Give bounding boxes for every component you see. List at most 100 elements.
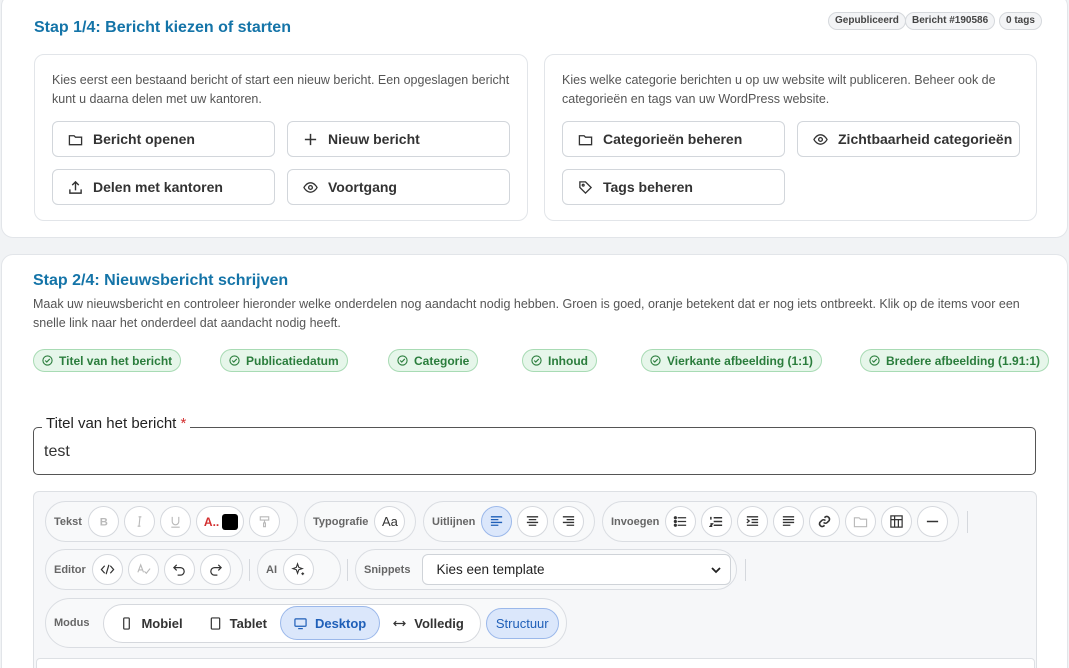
text-color-picker[interactable]: A..	[195, 506, 245, 537]
undo-button[interactable]	[163, 554, 195, 585]
manage-categories-label: Categorieën beheren	[603, 131, 743, 147]
manage-tags-button[interactable]: Tags beheren	[562, 169, 785, 205]
mode-full-button[interactable]: Volledig	[380, 606, 477, 640]
check-wide-image[interactable]: Bredere afbeelding (1.91:1)	[860, 349, 1050, 372]
check-content-label: Inhoud	[548, 353, 588, 368]
new-post-button[interactable]: Nieuw bericht	[287, 121, 510, 157]
typography-group-label: Typografie	[313, 515, 369, 528]
check-title-label: Titel van het bericht	[59, 353, 173, 368]
check-content[interactable]: Inhoud	[522, 349, 597, 372]
underline-icon	[171, 516, 180, 528]
mode-desktop-button[interactable]: Desktop	[279, 606, 381, 640]
toolbar-divider	[745, 559, 746, 581]
sparkle-icon	[291, 562, 305, 576]
post-panel-text: Kies eerst een bestaand bericht of start…	[52, 73, 510, 106]
align-center-button[interactable]	[517, 506, 549, 537]
check-category[interactable]: Categorie	[388, 349, 479, 372]
check-publication-date[interactable]: Publicatiedatum	[220, 349, 348, 372]
desktop-icon	[294, 617, 307, 629]
check-circle-icon	[650, 355, 661, 366]
new-post-label: Nieuw bericht	[328, 131, 420, 147]
step1-card: Stap 1/4: Bericht kiezen of starten Gepu…	[1, 0, 1068, 238]
underline-button[interactable]	[159, 506, 191, 537]
horizontal-rule-button[interactable]	[917, 506, 949, 537]
share-offices-label: Delen met kantoren	[93, 179, 223, 195]
typography-button-label: Aa	[381, 514, 398, 529]
format-paint-button[interactable]	[249, 506, 281, 537]
check-wide-image-label: Bredere afbeelding (1.91:1)	[886, 353, 1041, 368]
bullet-list-button[interactable]	[665, 506, 697, 537]
step2-title: Stap 2/4: Nieuwsbericht schrijven	[33, 272, 289, 289]
undo-icon	[172, 564, 185, 576]
arrows-horizontal-icon	[393, 620, 407, 626]
share-offices-button[interactable]: Delen met kantoren	[52, 169, 275, 205]
link-icon	[819, 515, 831, 528]
plus-icon	[304, 133, 317, 145]
category-panel-text: Kies welke categorie berichten u op uw w…	[562, 73, 996, 106]
insert-media-button[interactable]	[845, 506, 877, 537]
spellcheck-button[interactable]	[127, 554, 159, 585]
numbered-list-button[interactable]	[701, 506, 733, 537]
required-mark: *	[180, 415, 187, 432]
justify-button[interactable]	[773, 506, 805, 537]
toolbar-divider	[347, 559, 348, 581]
mode-full-label: Volledig	[414, 615, 464, 631]
text-group-label: Tekst	[54, 515, 82, 528]
insert-group-label: Invoegen	[611, 515, 660, 528]
ai-assist-button[interactable]	[283, 554, 314, 585]
eye-icon	[303, 181, 318, 193]
bold-icon: B	[100, 517, 108, 529]
check-square-image-label: Vierkante afbeelding (1:1)	[667, 353, 813, 368]
mode-desktop-label: Desktop	[314, 615, 367, 631]
title-field-value[interactable]: test	[44, 443, 70, 461]
check-category-label: Categorie	[414, 353, 470, 368]
tag-icon	[579, 180, 593, 194]
align-right-button[interactable]	[553, 506, 585, 537]
align-left-button[interactable]	[481, 506, 513, 537]
redo-button[interactable]	[199, 554, 231, 585]
folder-icon	[578, 134, 593, 145]
folder-icon	[854, 517, 868, 528]
typography-button[interactable]: Aa	[374, 506, 406, 537]
check-circle-icon	[531, 355, 542, 366]
color-swatch	[222, 513, 239, 530]
indent-button[interactable]	[737, 506, 769, 537]
insert-table-button[interactable]	[881, 506, 913, 537]
insert-link-button[interactable]	[809, 506, 841, 537]
editor-content-area[interactable]	[36, 658, 1035, 668]
structure-button-label: Structuur	[495, 615, 549, 631]
toolbar-divider	[967, 511, 968, 533]
ai-group: AI	[257, 549, 341, 590]
bold-button[interactable]: B	[87, 506, 119, 537]
structure-button[interactable]: Structuur	[485, 607, 559, 639]
open-post-button[interactable]: Bericht openen	[52, 121, 275, 157]
align-right-icon	[563, 516, 575, 526]
device-mode-switch: Mobiel Tablet Desktop Volledig	[103, 603, 481, 643]
redo-icon	[209, 564, 222, 576]
align-center-icon	[527, 516, 539, 526]
template-select-value: Kies een template	[436, 562, 545, 577]
check-square-image[interactable]: Vierkante afbeelding (1:1)	[641, 349, 822, 372]
title-field[interactable]	[33, 427, 1036, 475]
mode-group: Modus Mobiel Tablet Desktop Volledig Str…	[45, 598, 567, 648]
category-panel: Kies welke categorie berichten u op uw w…	[544, 54, 1037, 221]
mode-mobile-label: Mobiel	[141, 615, 183, 631]
category-visibility-button[interactable]: Zichtbaarheid categorieën	[797, 121, 1020, 157]
check-title[interactable]: Titel van het bericht	[33, 349, 182, 372]
mode-group-label: Modus	[54, 617, 90, 629]
bullet-list-icon	[674, 516, 687, 527]
template-select[interactable]: Kies een template	[422, 554, 732, 585]
progress-button[interactable]: Voortgang	[287, 169, 510, 205]
italic-button[interactable]	[123, 506, 155, 537]
paint-roller-icon	[259, 516, 270, 528]
insert-group: Invoegen	[602, 501, 959, 542]
mode-mobile-button[interactable]: Mobiel	[107, 606, 195, 640]
mode-tablet-button[interactable]: Tablet	[196, 606, 280, 640]
editor-group: Editor	[45, 549, 243, 590]
manage-categories-button[interactable]: Categorieën beheren	[562, 121, 785, 157]
check-circle-icon	[397, 355, 408, 366]
tags-count-badge: 0 tags	[999, 12, 1042, 30]
source-code-button[interactable]	[91, 554, 123, 585]
tablet-icon	[210, 616, 220, 630]
toolbar-divider	[249, 559, 250, 581]
